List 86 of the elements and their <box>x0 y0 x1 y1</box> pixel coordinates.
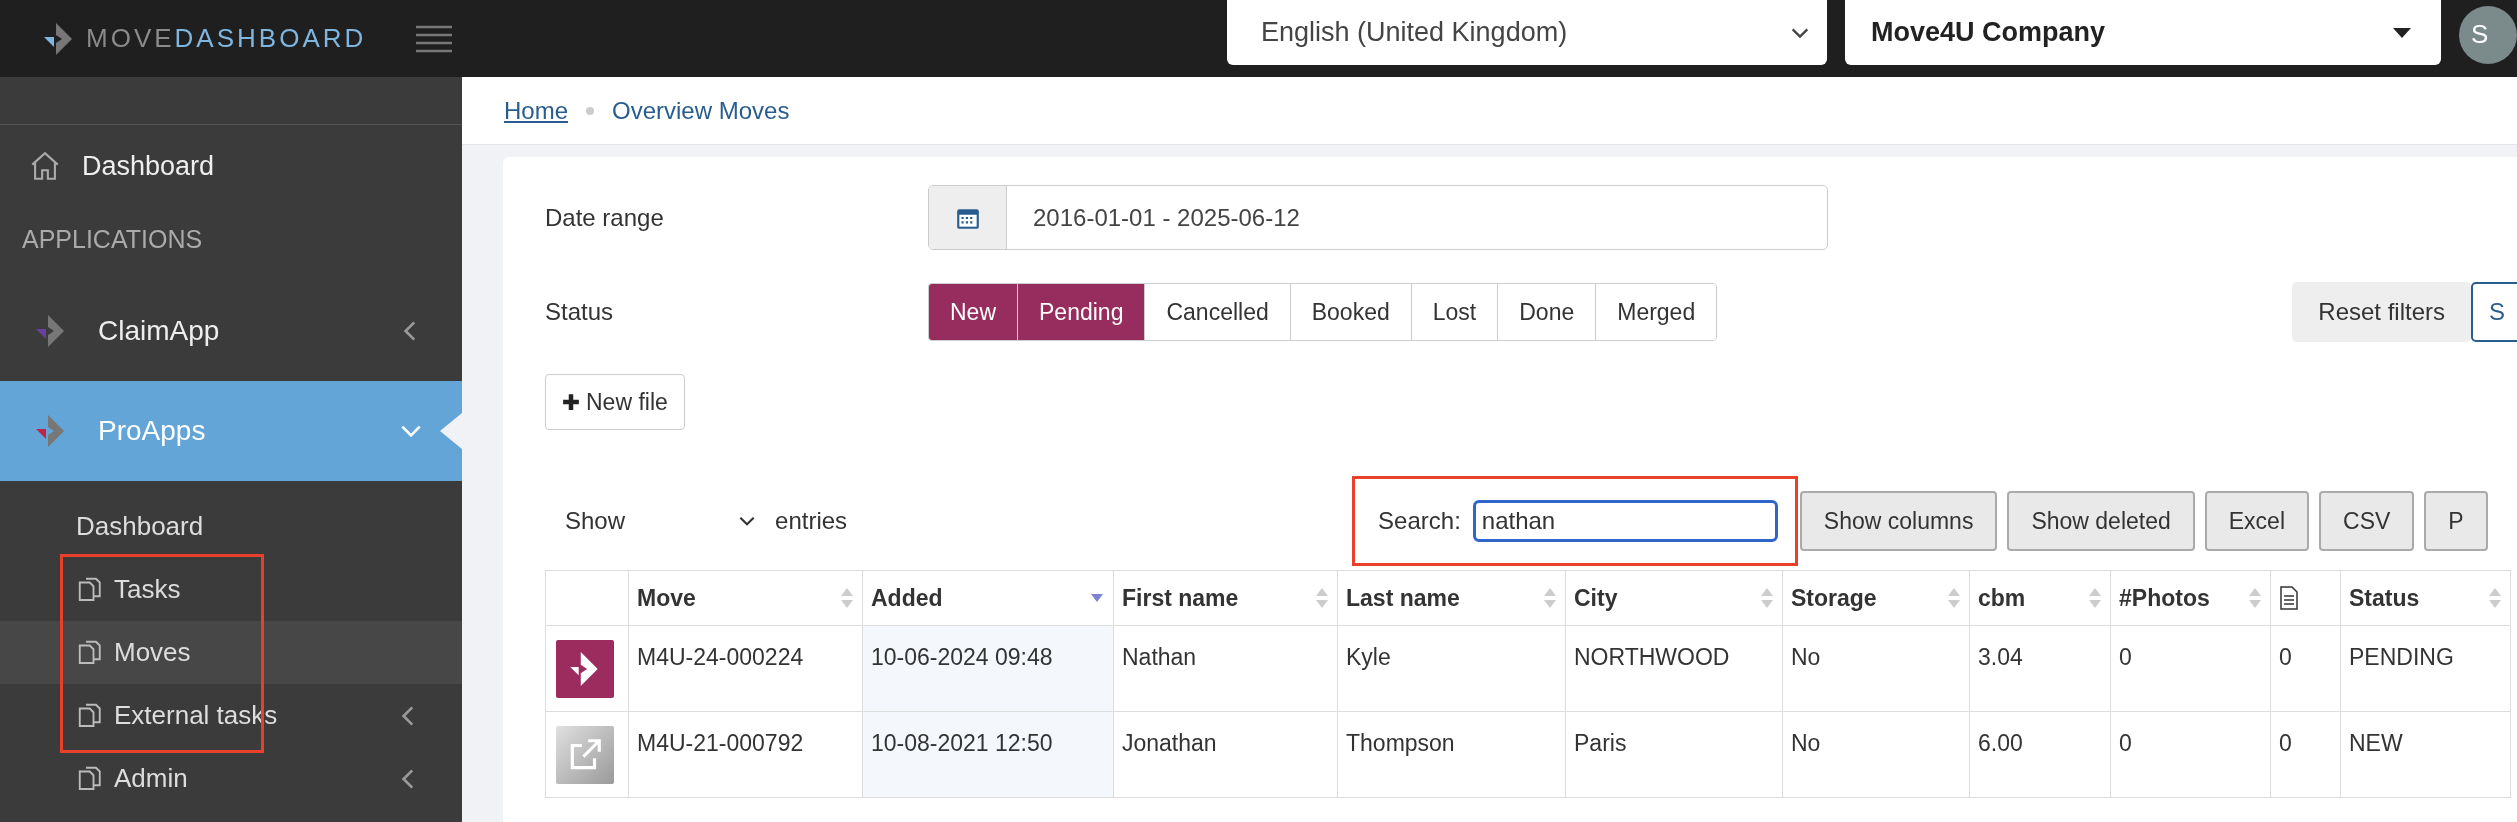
column-header[interactable]: Status <box>2340 570 2511 626</box>
status-toggle[interactable]: Merged <box>1595 284 1717 340</box>
table-cell: No <box>1782 625 1970 712</box>
new-file-button[interactable]: New file <box>545 374 685 430</box>
sort-icon[interactable] <box>1947 586 1961 610</box>
column-header[interactable]: Storage <box>1782 570 1970 626</box>
sort-icon[interactable] <box>1760 586 1774 610</box>
table-cell: 0 <box>2110 711 2271 798</box>
toolbar-button[interactable]: Show columns <box>1799 491 1998 551</box>
table-cell: 0 <box>2110 625 2271 712</box>
table-cell: 3.04 <box>1969 625 2111 712</box>
sidebar-item[interactable]: Dashboard <box>0 133 462 199</box>
column-header[interactable]: City <box>1565 570 1783 626</box>
entries-label: entries <box>775 506 848 536</box>
table-cell: 6.00 <box>1969 711 2111 798</box>
table-cell: 10-06-2024 09:48 <box>862 625 1114 712</box>
sidebar-app-label: ClaimApp <box>98 314 220 348</box>
table-cell: Nathan <box>1113 625 1338 712</box>
sidebar-subitem-label: Dashboard <box>76 510 204 543</box>
breadcrumb-separator-icon <box>586 106 595 115</box>
menu-icon[interactable] <box>416 23 453 54</box>
toolbar-button[interactable]: CSV <box>2319 491 2415 551</box>
table-cell: NORTHWOOD <box>1565 625 1783 712</box>
show-label: Show <box>565 506 626 536</box>
sidebar-item-label: Dashboard <box>82 149 215 183</box>
column-header[interactable]: Move <box>628 570 863 626</box>
sidebar-app-label: ProApps <box>98 414 206 448</box>
toolbar-button[interactable]: Excel <box>2204 491 2310 551</box>
table-cell: 10-08-2021 12:50 <box>862 711 1114 798</box>
column-header[interactable]: First name <box>1113 570 1338 626</box>
company-select[interactable]: Move4U Company <box>1845 0 2441 65</box>
column-header[interactable]: cbm <box>1969 570 2111 626</box>
column-header[interactable] <box>2270 570 2341 626</box>
table-cell: NEW <box>2340 711 2511 798</box>
sort-icon[interactable] <box>1543 586 1557 610</box>
sidebar-subitem-label: Tasks <box>114 573 181 606</box>
sort-icon[interactable] <box>1315 586 1329 610</box>
field-label: Status <box>545 297 615 327</box>
active-pointer <box>440 413 462 449</box>
sort-icon[interactable] <box>2248 586 2262 610</box>
table-cell: M4U-21-000792 <box>628 711 863 798</box>
user-avatar[interactable]: S <box>2459 5 2517 64</box>
move-logo-icon <box>556 639 614 698</box>
column-header[interactable]: Last name <box>1337 570 1566 626</box>
sort-icon[interactable] <box>840 586 854 610</box>
sidebar-subitem[interactable]: Moves <box>0 621 462 684</box>
sidebar-subitem-label: Moves <box>114 636 191 669</box>
logo-text: MOVEDASHBOARD <box>86 22 367 55</box>
document-icon <box>2279 586 2299 610</box>
reset-filters-button[interactable]: Reset filters <box>2292 282 2471 342</box>
sidebar-subitem-label: Admin <box>114 762 188 795</box>
caret-icon <box>2393 27 2411 38</box>
column-header[interactable]: #Photos <box>2110 570 2271 626</box>
table-cell: Kyle <box>1337 625 1566 712</box>
breadcrumb-link[interactable]: Home <box>504 92 569 129</box>
app-logo-chevron-icon <box>48 315 64 347</box>
toolbar-button[interactable]: Show deleted <box>2007 491 2195 551</box>
breadcrumb-current: Overview Moves <box>612 95 790 126</box>
plus-icon <box>562 393 580 411</box>
show-button[interactable]: S <box>2471 282 2517 342</box>
search-label: Search: <box>1378 506 1461 536</box>
table-cell: Paris <box>1565 711 1783 798</box>
column-header[interactable]: Added <box>862 570 1114 626</box>
table-cell: Jonathan <box>1113 711 1338 798</box>
table-cell: No <box>1782 711 1970 798</box>
sidebar-subitem[interactable]: Tasks <box>0 558 462 621</box>
sort-icon[interactable] <box>2088 586 2102 610</box>
status-toggle[interactable]: Pending <box>1017 284 1145 340</box>
toolbar-button[interactable]: P <box>2424 491 2488 551</box>
table-cell: Thompson <box>1337 711 1566 798</box>
date-range-field[interactable]: 2016-01-01 - 2025-06-12 <box>928 185 1828 250</box>
section-heading: APPLICATIONS <box>21 224 204 256</box>
sidebar-subitem[interactable]: Admin <box>0 747 462 810</box>
app-logo-chevron-icon <box>48 415 64 447</box>
table-cell: 0 <box>2270 625 2341 712</box>
language-select[interactable]: English (United Kingdom) <box>1227 0 1827 65</box>
table-cell: PENDING <box>2340 625 2511 712</box>
sidebar-subitem[interactable]: Dashboard <box>0 495 462 558</box>
field-label: Date range <box>545 202 665 233</box>
external-link-icon <box>556 725 614 784</box>
sort-icon[interactable] <box>2488 586 2502 610</box>
sidebar-app-item[interactable]: ClaimApp <box>0 281 462 381</box>
table-cell: M4U-24-000224 <box>628 625 863 712</box>
status-toggle[interactable]: New <box>929 284 1017 340</box>
search-field[interactable]: nathan <box>1472 500 1778 542</box>
table-cell: 0 <box>2270 711 2341 798</box>
